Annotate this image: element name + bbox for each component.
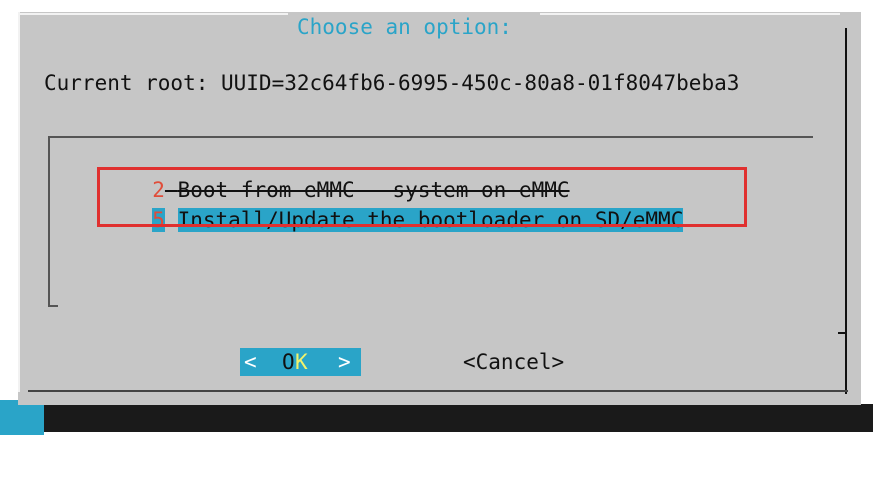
cancel-button[interactable]: <Cancel> <box>463 348 564 376</box>
dialog-border-right-top <box>845 28 847 44</box>
dialog-border-left <box>18 12 20 392</box>
ok-left-bracket: < <box>244 350 257 374</box>
ok-button[interactable]: < O K > <box>240 348 361 376</box>
menu-border-left <box>48 137 50 307</box>
dialog-shadow <box>44 404 873 432</box>
menu-border-bottom <box>48 305 58 307</box>
terminal-blue-strip <box>0 400 44 435</box>
dialog-border-notch <box>838 332 847 334</box>
dialog-border-right <box>845 44 847 394</box>
dialog-border-top-right <box>540 13 840 15</box>
dialog-border-bottom <box>28 390 848 392</box>
menu-border-top <box>48 136 813 138</box>
ok-hotkey-k: K <box>295 350 308 374</box>
ok-right-bracket: > <box>338 350 351 374</box>
ok-letter-o: O <box>282 350 295 374</box>
dialog-title: Choose an option: <box>297 15 512 39</box>
current-root-label: Current root: UUID=32c64fb6-6995-450c-80… <box>44 71 740 95</box>
annotation-highlight-box <box>97 167 747 227</box>
dialog-border-top-left <box>18 13 288 15</box>
